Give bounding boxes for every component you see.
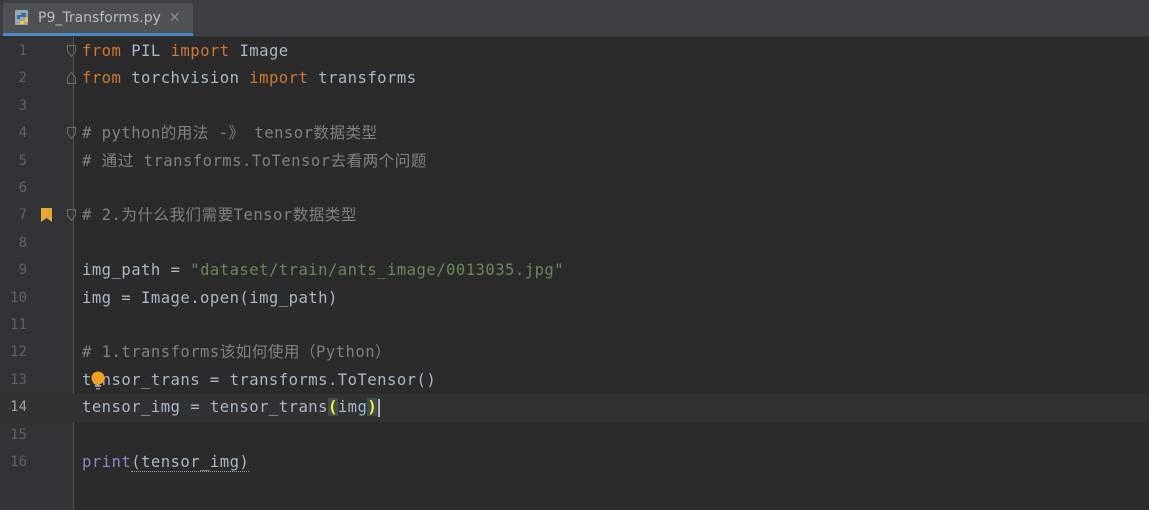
close-icon[interactable]: ✕ [169,10,181,26]
code-line[interactable]: 9 img_path = "dataset/train/ants_image/0… [0,257,1149,284]
code-text: img_path = "dataset/train/ants_image/001… [82,257,564,284]
fold-marker-icon[interactable] [67,209,76,222]
line-number: 3 [18,97,27,114]
matched-brace: ( [327,398,338,417]
code-line[interactable]: 15 [0,422,1149,449]
code-text: img = Image.open(img_path) [82,288,338,307]
code-segment: (tensor_img) [131,453,250,472]
text-caret [378,398,381,417]
comment-text: # 2.为什么我们需要Tensor数据类型 [82,206,357,225]
comment-text: # 1.transforms该如何使用（Python） [82,343,392,362]
line-number: 1 [18,43,27,59]
python-file-icon [15,10,28,25]
editor-tab-bar: P9_Transforms.py ✕ [0,0,1149,37]
matched-brace: ) [367,398,378,417]
code-text: tensor_img = tensor_trans(img) [82,394,381,421]
code-line-current[interactable]: 14 tensor_img = tensor_trans(img) [0,394,1149,422]
comment-text: # 通过 transforms.ToTensor去看两个问题 [82,151,427,170]
module-name: PIL [131,42,161,60]
line-number: 14 [10,399,27,416]
fold-marker-icon[interactable] [67,72,76,85]
line-number: 9 [18,262,27,279]
assignment: img_path = [82,261,191,280]
code-editor[interactable]: 1 from PIL import Image 2 from torchvisi… [0,37,1149,510]
line-number: 12 [10,344,27,361]
code-segment: img [337,398,368,417]
fold-marker-icon[interactable] [67,127,76,140]
line-number: 8 [18,234,27,251]
fold-marker-icon[interactable] [67,45,76,57]
line-number: 11 [10,317,27,333]
bookmark-icon[interactable] [41,208,52,223]
code-line[interactable]: 10 img = Image.open(img_path) [0,285,1149,312]
code-line[interactable]: 7 # 2.为什么我们需要Tensor数据类型 [0,202,1149,229]
builtin-function: print [82,453,132,471]
line-number: 15 [10,426,27,443]
comment-text: # python的用法 -》 tensor数据类型 [82,124,378,143]
line-number: 4 [18,125,27,142]
line-number: 13 [10,371,27,388]
code-line[interactable]: 3 [0,93,1149,120]
code-line[interactable]: 11 [0,312,1149,339]
string-literal: "dataset/train/ants_image/0013035.jpg" [190,261,565,280]
lightbulb-icon[interactable] [90,370,106,390]
keyword: import [249,69,309,88]
code-line[interactable]: 6 [0,175,1149,202]
line-number: 5 [18,152,27,169]
code-line[interactable]: 16 print(tensor_img) [0,449,1149,476]
keyword: import [170,42,230,60]
code-text: print(tensor_img) [82,449,250,476]
code-line[interactable]: 4 # python的用法 -》 tensor数据类型 [0,120,1149,147]
module-name: torchvision [131,69,240,88]
keyword: from [82,69,122,88]
keyword: from [82,42,122,60]
line-number: 6 [18,180,27,196]
code-text: from PIL import Image [82,38,289,65]
code-line[interactable]: 8 [0,230,1149,257]
imported-name: transforms [318,69,417,88]
code-text: tensor_trans = transforms.ToTensor() [82,370,437,389]
code-text: from torchvision import transforms [82,65,417,92]
code-line[interactable]: 12 # 1.transforms该如何使用（Python） [0,339,1149,366]
code-line[interactable]: 1 from PIL import Image [0,38,1149,65]
line-number: 2 [18,70,27,87]
line-number: 7 [18,207,27,224]
code-line[interactable]: 13 tensor_trans = transforms.ToTensor() [0,367,1149,394]
code-line[interactable]: 5 # 通过 transforms.ToTensor去看两个问题 [0,148,1149,175]
code-line[interactable]: 2 from torchvision import transforms [0,65,1149,92]
tab-label: P9_Transforms.py [38,10,161,26]
imported-name: Image [239,42,289,60]
tab-p9-transforms[interactable]: P9_Transforms.py ✕ [3,3,193,36]
line-number: 10 [10,289,27,306]
code-segment: tensor_img = tensor_trans [82,398,328,417]
line-number: 16 [10,454,27,470]
